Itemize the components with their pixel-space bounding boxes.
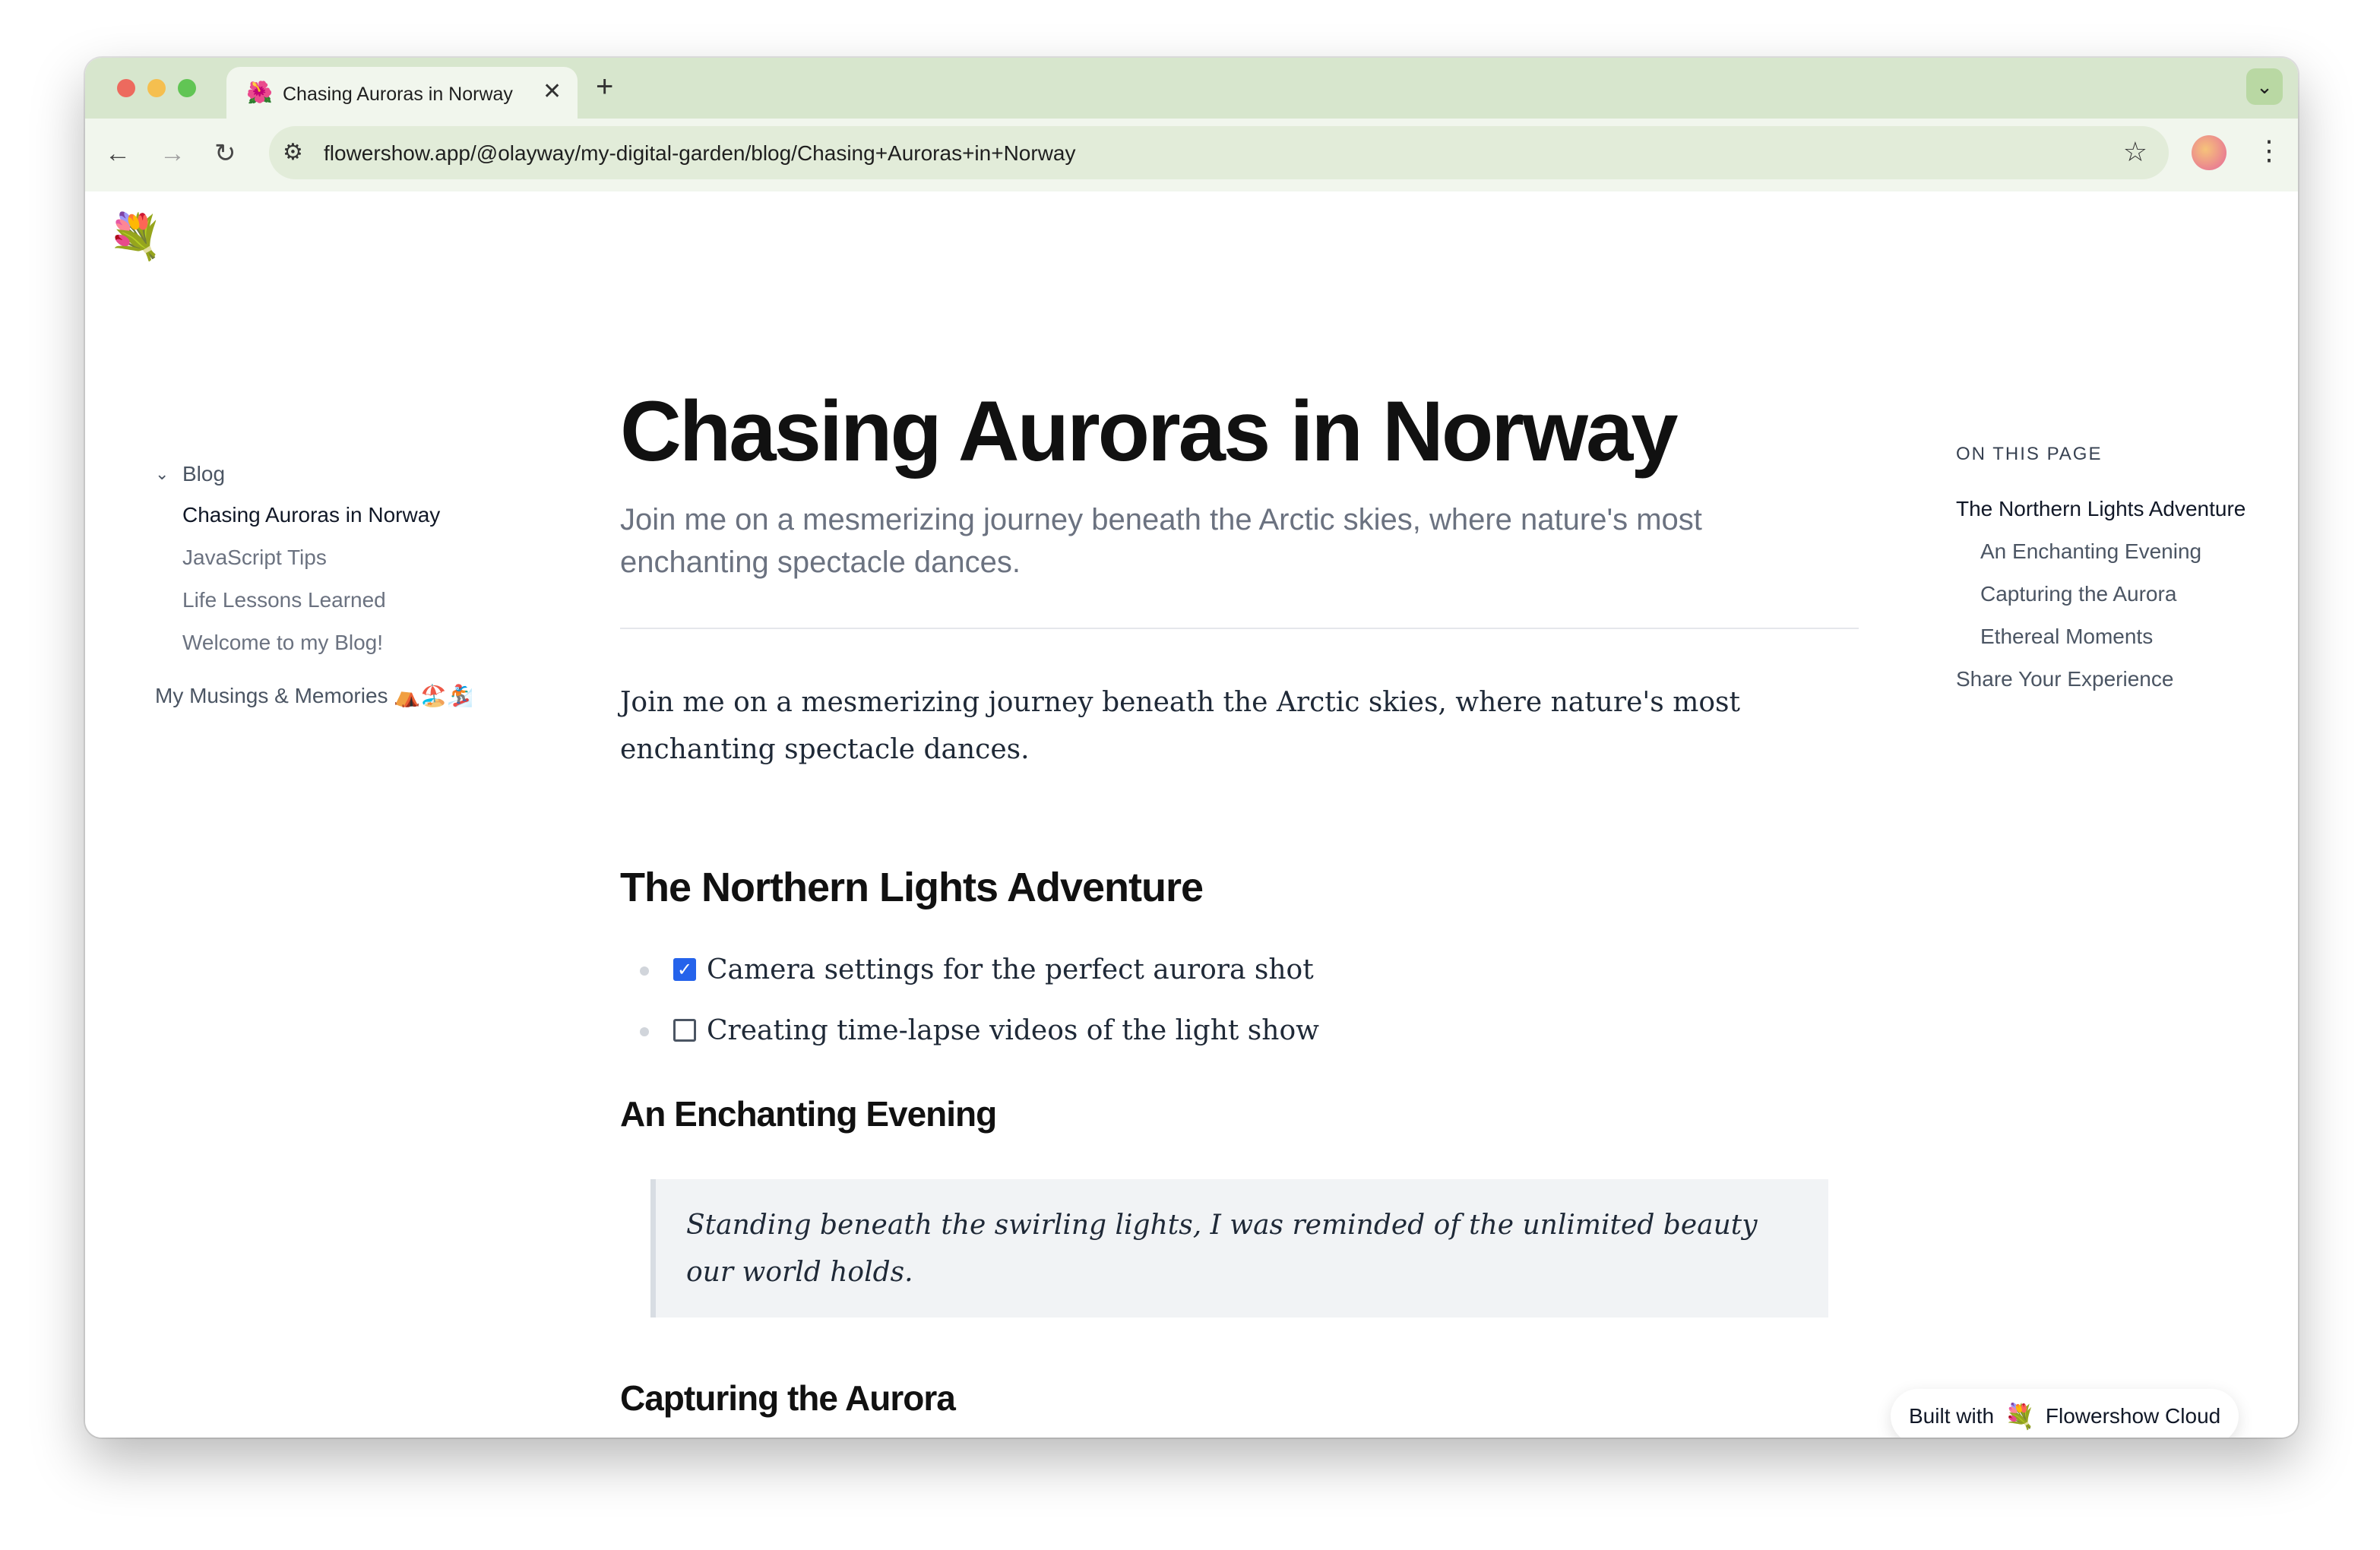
- url-text[interactable]: flowershow.app/@olayway/my-digital-garde…: [324, 141, 1076, 166]
- toc-heading: ON THIS PAGE: [1956, 444, 2103, 464]
- task-item: Creating time-lapse videos of the light …: [620, 1000, 1859, 1061]
- toc-item-share-experience[interactable]: Share Your Experience: [1956, 658, 2260, 701]
- built-with-badge[interactable]: Built with 💐 Flowershow Cloud: [1891, 1389, 2239, 1438]
- table-of-contents: ON THIS PAGE The Northern Lights Adventu…: [1956, 444, 2260, 701]
- close-icon[interactable]: ✕: [543, 79, 562, 105]
- checkbox-unchecked[interactable]: [673, 1019, 696, 1042]
- divider: [620, 628, 1859, 629]
- toc-item-enchanting-evening[interactable]: An Enchanting Evening: [1956, 530, 2260, 573]
- checkbox-checked[interactable]: ✓: [673, 958, 696, 981]
- chevron-down-icon: ⌄: [2256, 74, 2273, 98]
- minimize-window-button[interactable]: [147, 79, 166, 97]
- maximize-window-button[interactable]: [178, 79, 196, 97]
- sidebar-item-musings[interactable]: My Musings & Memories ⛺🏖️🏂: [155, 675, 581, 717]
- heading-enchanting-evening: An Enchanting Evening: [620, 1094, 997, 1134]
- sidebar-item-javascript-tips[interactable]: JavaScript Tips: [155, 536, 581, 579]
- page-subtitle: Join me on a mesmerizing journey beneath…: [620, 503, 1702, 579]
- badge-prefix: Built with: [1909, 1404, 1995, 1428]
- page-content: 💐 ⌄ Blog Chasing Auroras in Norway JavaS…: [85, 191, 2298, 1438]
- tab-bar: 🌺 Chasing Auroras in Norway ✕ + ⌄: [85, 58, 2298, 119]
- task-label: Creating time-lapse videos of the light …: [707, 1014, 1319, 1046]
- sidebar-item-life-lessons[interactable]: Life Lessons Learned: [155, 579, 581, 622]
- site-logo[interactable]: 💐: [108, 213, 163, 261]
- chevron-down-icon: ⌄: [155, 464, 169, 483]
- bullet: [640, 966, 649, 976]
- flowershow-icon: 💐: [2005, 1403, 2035, 1430]
- heading-capturing-aurora: Capturing the Aurora: [620, 1378, 956, 1418]
- address-bar[interactable]: ⚙ flowershow.app/@olayway/my-digital-gar…: [269, 126, 2169, 179]
- sidebar: ⌄ Blog Chasing Auroras in Norway JavaScr…: [155, 454, 581, 717]
- page-title: Chasing Auroras in Norway: [620, 384, 1679, 479]
- favicon-icon: 🌺: [246, 81, 273, 104]
- sidebar-folder-label: Blog: [182, 462, 226, 486]
- reload-icon[interactable]: ↻: [214, 137, 236, 170]
- star-icon[interactable]: ☆: [2123, 137, 2147, 167]
- tune-icon[interactable]: ⚙: [283, 140, 303, 166]
- close-window-button[interactable]: [117, 79, 135, 97]
- tab-search-button[interactable]: ⌄: [2246, 68, 2283, 105]
- back-arrow-icon[interactable]: ←: [105, 137, 131, 170]
- forward-arrow-icon[interactable]: →: [160, 137, 185, 170]
- toc-item-northern-lights[interactable]: The Northern Lights Adventure: [1956, 488, 2260, 530]
- tab-title: Chasing Auroras in Norway: [283, 84, 513, 105]
- toc-item-ethereal-moments[interactable]: Ethereal Moments: [1956, 615, 2260, 658]
- article-lead: Join me on a mesmerizing journey beneath…: [620, 687, 1740, 765]
- blockquote: Standing beneath the swirling lights, I …: [650, 1179, 1828, 1318]
- tab-active[interactable]: 🌺 Chasing Auroras in Norway ✕: [226, 67, 578, 119]
- profile-avatar[interactable]: [2192, 135, 2227, 170]
- badge-name: Flowershow Cloud: [2045, 1404, 2221, 1428]
- heading-northern-lights: The Northern Lights Adventure: [620, 865, 1204, 910]
- kebab-menu-icon[interactable]: ⋮: [2255, 134, 2283, 167]
- browser-toolbar: ← → ↻ ⚙ flowershow.app/@olayway/my-digit…: [85, 119, 2298, 193]
- sidebar-folder-blog[interactable]: ⌄ Blog: [155, 454, 581, 494]
- bullet: [640, 1027, 649, 1036]
- browser-window: 🌺 Chasing Auroras in Norway ✕ + ⌄ ← → ↻ …: [85, 58, 2298, 1438]
- task-label: Camera settings for the perfect aurora s…: [707, 954, 1314, 985]
- sidebar-item-chasing-auroras[interactable]: Chasing Auroras in Norway: [155, 494, 581, 536]
- toc-item-capturing-aurora[interactable]: Capturing the Aurora: [1956, 573, 2260, 615]
- task-list: ✓ Camera settings for the perfect aurora…: [620, 939, 1859, 1061]
- sidebar-item-welcome[interactable]: Welcome to my Blog!: [155, 622, 581, 664]
- task-item: ✓ Camera settings for the perfect aurora…: [620, 939, 1859, 1000]
- article: Chasing Auroras in Norway Join me on a m…: [620, 378, 1859, 1421]
- new-tab-button[interactable]: +: [596, 71, 613, 102]
